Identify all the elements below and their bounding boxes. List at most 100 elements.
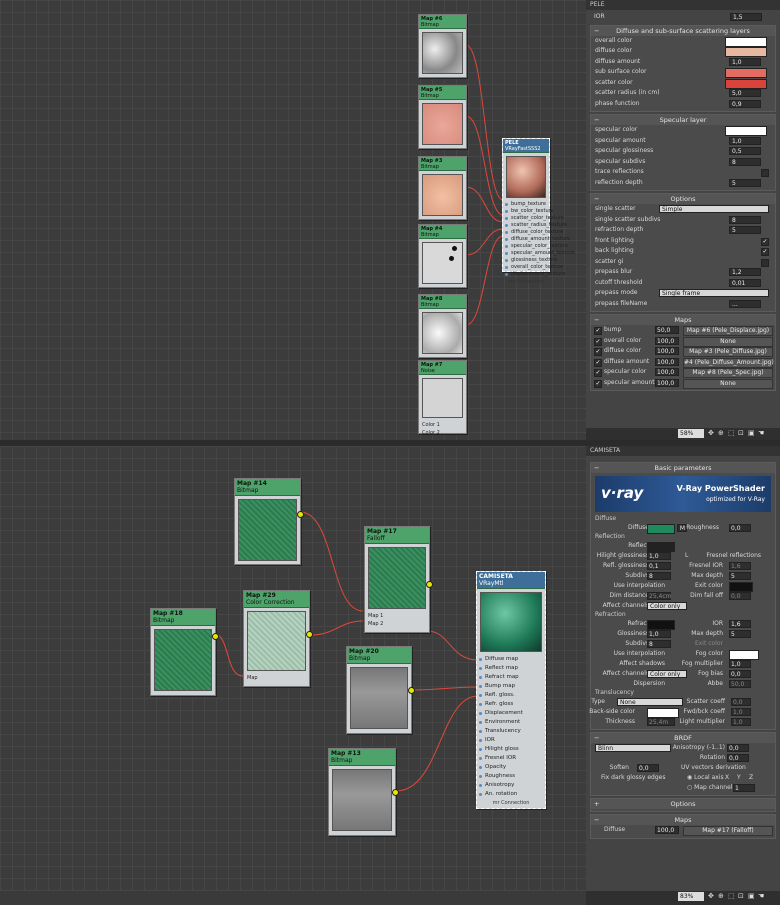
map-amount-field[interactable]: 50,0	[655, 326, 679, 334]
rollout-title[interactable]: − Options	[591, 194, 775, 204]
pan-icon[interactable]: ✥	[708, 430, 715, 437]
output-port[interactable]	[426, 581, 433, 588]
pan-icon[interactable]: ✥	[708, 893, 715, 900]
zoom-selected-icon[interactable]: ▣	[748, 893, 755, 900]
rollout-title[interactable]: − BRDF	[591, 733, 775, 743]
node-map3[interactable]: Map #3 Bitmap	[418, 156, 467, 220]
map-amount-field[interactable]: 100,0	[655, 378, 679, 387]
rollout-title[interactable]: − Maps	[591, 315, 775, 325]
slot-map2[interactable]: Map 2	[365, 620, 429, 628]
param-field[interactable]: ...	[729, 299, 761, 308]
local-axis-radio[interactable]: ◉ Local axis	[687, 773, 724, 783]
glossiness-field[interactable]: 1,0	[647, 630, 671, 638]
zoom-dropdown[interactable]: 58%	[678, 429, 704, 438]
map-slot-button[interactable]: None	[683, 336, 773, 347]
map-enable-checkbox[interactable]: ✓	[594, 327, 602, 335]
output-port[interactable]	[392, 789, 399, 796]
node-input-slot[interactable]: displacement_texture	[503, 271, 565, 278]
dim-distance-field[interactable]: 25,4cm	[647, 592, 672, 600]
node-input-slot[interactable]: specular_color_texture	[503, 243, 568, 250]
node-map6[interactable]: Map #6 Bitmap	[418, 14, 467, 78]
map-slot-button[interactable]: None	[683, 378, 773, 389]
param-dropdown[interactable]: Single frame	[659, 289, 769, 297]
node-input-slot[interactable]: diffuse_amount_texture	[503, 236, 570, 243]
node-input-slot[interactable]: Refl. gloss.	[477, 691, 545, 700]
hilight-glossiness-field[interactable]: 1,0	[647, 552, 671, 560]
node-input-slot[interactable]: Bump map	[477, 682, 545, 691]
rollout-title[interactable]: + Options	[591, 799, 775, 809]
rollout-title[interactable]: − Specular layer	[591, 115, 775, 125]
param-checkbox[interactable]: ✓	[761, 248, 769, 256]
node-map8[interactable]: Map #8 Bitmap	[418, 294, 467, 358]
node-map13[interactable]: Map #13 Bitmap	[328, 748, 399, 836]
anisotropy-field[interactable]: 0,0	[727, 744, 749, 752]
fwd-bck-field[interactable]: 1,0	[731, 708, 751, 716]
fog-multiplier-field[interactable]: 1,0	[729, 660, 751, 668]
node-input-slot[interactable]: An. rotation	[477, 790, 545, 799]
scatter-coeff-field[interactable]: 0,0	[731, 698, 751, 706]
map-slot-button[interactable]: #4 (Pele_Diffuse_Amount.jpg)	[683, 357, 774, 368]
ior-field[interactable]: 1,6	[729, 620, 751, 628]
map-amount-field[interactable]: 100,0	[655, 347, 679, 355]
map-slot-button[interactable]: Map #17 (Falloff)	[683, 826, 773, 836]
node-map4[interactable]: Map #4 Bitmap	[418, 224, 467, 288]
node-input-slot[interactable]: bw_color_texture	[503, 208, 554, 215]
roughness-field[interactable]: 0,0	[729, 524, 751, 532]
output-port[interactable]	[408, 687, 415, 694]
slot-color2[interactable]: Color 2	[419, 429, 466, 437]
map-enable-checkbox[interactable]: ✓	[594, 369, 602, 377]
node-input-slot[interactable]: Roughness	[477, 772, 545, 781]
material-name[interactable]: CAMISETA	[586, 446, 780, 456]
rollout-title[interactable]: − Maps	[591, 815, 775, 825]
axis-y-button[interactable]: Y	[737, 773, 741, 783]
param-field[interactable]: 5	[729, 178, 761, 187]
output-port[interactable]	[297, 511, 304, 518]
map-amount-field[interactable]: 100,0	[655, 826, 679, 834]
map-amount-field[interactable]: 100,0	[655, 357, 679, 366]
node-input-slot[interactable]: Hilight gloss	[477, 745, 545, 754]
node-input-slot[interactable]: Displacement	[477, 709, 545, 718]
node-map7[interactable]: Map #7 Noise Color 1 Color 2	[418, 360, 467, 437]
param-checkbox[interactable]: ✓	[761, 237, 769, 246]
region-zoom-icon[interactable]: ⬚	[728, 893, 735, 900]
map-channel-field[interactable]: 1	[733, 784, 755, 792]
abbe-field[interactable]: 50,0	[729, 680, 751, 688]
slot-color1[interactable]: Color 1	[419, 421, 466, 429]
zoom-selected-icon[interactable]: ▣	[748, 430, 755, 437]
fresnel-ior-field[interactable]: 1,6	[729, 562, 751, 570]
map-enable-checkbox[interactable]: ✓	[594, 348, 602, 356]
color-swatch[interactable]	[725, 36, 767, 47]
param-field[interactable]: 5	[729, 226, 761, 234]
node-pele-material[interactable]: PELE VRayFastSSS2 bump_texture bw_color_te…	[502, 138, 575, 285]
fog-bias-field[interactable]: 0,0	[729, 670, 751, 678]
node-input-slot[interactable]: diffuse_color_texture	[503, 229, 563, 236]
region-zoom-icon[interactable]: ⬚	[728, 430, 735, 437]
node-map5[interactable]: Map #5 Bitmap	[418, 85, 467, 149]
map-enable-checkbox[interactable]: ✓	[594, 337, 602, 346]
affect-channels-dropdown[interactable]: Color only	[647, 670, 687, 678]
param-field[interactable]: 8	[729, 215, 761, 224]
slate-view-top[interactable]: Map #6 Bitmap Map #5 Bitmap Map #3 Bitmap M…	[0, 0, 586, 440]
subdivs-field[interactable]: 8	[647, 640, 671, 648]
max-depth-field[interactable]: 5	[729, 630, 751, 638]
output-port[interactable]	[212, 633, 219, 640]
node-input-slot[interactable]: Refr. gloss	[477, 700, 545, 709]
refl-glossiness-field[interactable]: 0,1	[647, 562, 671, 570]
param-field[interactable]: 0,5	[729, 147, 761, 155]
rollout-title[interactable]: − Basic parameters	[591, 463, 775, 473]
param-dropdown[interactable]: Simple	[659, 205, 769, 213]
color-swatch[interactable]	[725, 68, 767, 78]
map-slot-button[interactable]: Map #8 (Pele_Spec.jpg)	[683, 368, 773, 378]
node-input-slot[interactable]: bump_texture	[503, 201, 549, 208]
node-input-slot[interactable]: specular_amount_texture	[503, 250, 575, 257]
param-checkbox[interactable]	[761, 258, 769, 267]
slate-view-bottom[interactable]: Map #14 Bitmap Map #17 Falloff Map 1 Map 2…	[0, 446, 586, 891]
node-input-slot[interactable]: Refract map	[477, 673, 545, 682]
zoom-extents-icon[interactable]: ⊡	[738, 430, 745, 437]
node-map14[interactable]: Map #14 Bitmap	[234, 478, 304, 565]
param-field[interactable]: 0,9	[729, 99, 761, 108]
rotation-field[interactable]: 0,0	[727, 754, 749, 762]
affect-channels-dropdown[interactable]: Color only	[647, 602, 687, 610]
thickness-field[interactable]: 25,4m	[647, 718, 675, 726]
node-input-slot[interactable]: scatter_radius_texture	[503, 222, 567, 229]
